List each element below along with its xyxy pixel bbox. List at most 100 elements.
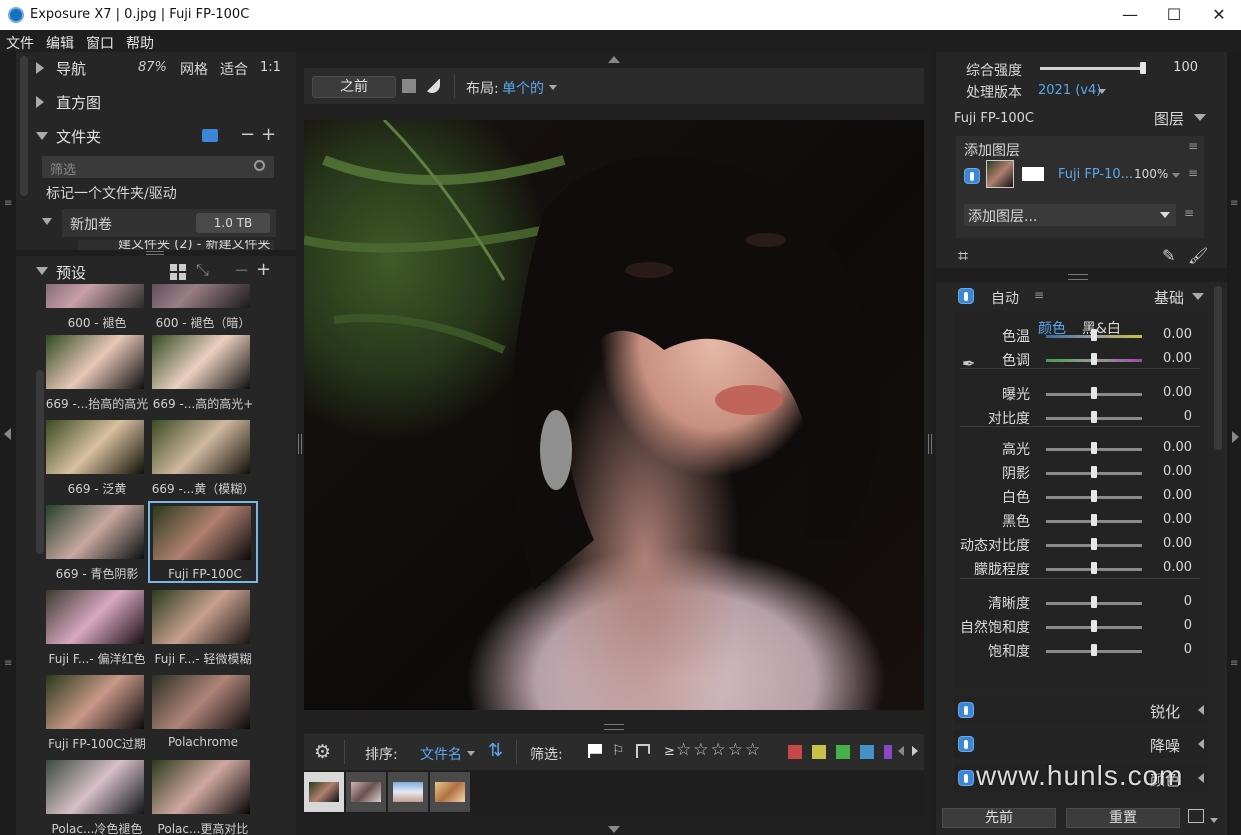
grip-icon[interactable]: ≡: [4, 658, 12, 669]
layer-thumbnail[interactable]: [986, 160, 1014, 188]
unflag-icon[interactable]: [636, 744, 650, 758]
auto-toggle[interactable]: [958, 288, 974, 304]
reset-button[interactable]: 重置: [1066, 808, 1180, 828]
minimize-button[interactable]: —: [1115, 4, 1145, 26]
preset-item[interactable]: 600 - 褪色: [42, 284, 152, 332]
collapse-left-icon[interactable]: [4, 428, 11, 440]
cut-folder-row[interactable]: 建文件夹 (2) - 新建文件夹: [78, 240, 274, 250]
close-button[interactable]: ✕: [1204, 4, 1234, 26]
slider-knob[interactable]: [1091, 329, 1097, 341]
previous-button[interactable]: 先前: [942, 808, 1056, 828]
rating-stars[interactable]: ☆☆☆☆☆: [676, 740, 762, 760]
preset-item[interactable]: 669 - 青色阴影: [42, 501, 152, 583]
overall-slider-knob[interactable]: [1140, 62, 1146, 74]
preset-item[interactable]: Fuji F...- 偏洋红色: [42, 586, 152, 668]
single-view-icon[interactable]: [402, 79, 416, 93]
preset-item[interactable]: 669 -...抬高的高光: [42, 331, 152, 413]
eraser-icon[interactable]: ✎: [1162, 246, 1175, 265]
splitter[interactable]: [1068, 274, 1088, 280]
layer-mask[interactable]: [1022, 167, 1044, 181]
chevron-down-icon[interactable]: [1098, 89, 1106, 94]
slider-knob[interactable]: [1091, 644, 1097, 656]
slider-knob[interactable]: [1091, 538, 1097, 550]
collapse-bottom-icon[interactable]: [608, 826, 620, 833]
collapse-icon[interactable]: [36, 132, 48, 140]
denoise-section[interactable]: 降噪: [954, 730, 1208, 758]
volume-row[interactable]: 新加卷 1.0 TB: [62, 209, 276, 237]
menu-window[interactable]: 窗口: [86, 33, 114, 53]
splitter[interactable]: [604, 724, 624, 730]
layer-name[interactable]: Fuji FP-10...: [1058, 167, 1133, 182]
reject-flag-icon[interactable]: ⚐: [612, 743, 625, 759]
color-label-green[interactable]: [836, 745, 850, 759]
layers-title[interactable]: 图层: [1154, 108, 1184, 129]
splitter-left[interactable]: [298, 434, 302, 454]
preset-item[interactable]: 669 -...高的高光+: [148, 331, 258, 413]
scrollbar[interactable]: [1214, 286, 1222, 450]
collapse-icon[interactable]: [1192, 293, 1204, 300]
slider-knob[interactable]: [1091, 514, 1097, 526]
expand-icon[interactable]: [1198, 705, 1204, 715]
preset-item[interactable]: 600 - 褪色（暗）: [148, 284, 258, 332]
plus-icon[interactable]: +: [261, 124, 276, 145]
chevron-down-icon[interactable]: [549, 85, 557, 90]
filmstrip-item[interactable]: [430, 772, 470, 812]
color-toggle[interactable]: [958, 770, 974, 786]
chevron-down-icon[interactable]: [1172, 173, 1180, 178]
expand-icon[interactable]: [36, 62, 44, 74]
expand-icon[interactable]: [1198, 739, 1204, 749]
overall-slider[interactable]: [1040, 67, 1144, 70]
scrollbar[interactable]: [20, 56, 28, 196]
menu-help[interactable]: 帮助: [126, 33, 154, 53]
preset-item[interactable]: Polachrome: [148, 671, 258, 753]
expand-icon[interactable]: [36, 96, 44, 108]
minus-icon[interactable]: −: [234, 260, 249, 281]
filmstrip-item[interactable]: [388, 772, 428, 812]
filmstrip-item[interactable]: [346, 772, 386, 812]
presets-title[interactable]: 预设: [56, 262, 86, 283]
brush-icon[interactable]: 🖌: [1188, 246, 1208, 265]
preset-item[interactable]: Fuji FP-100C: [148, 501, 258, 583]
splitter[interactable]: [16, 250, 296, 256]
color-label-blue[interactable]: [860, 745, 874, 759]
slider-knob[interactable]: [1091, 562, 1097, 574]
slider-knob[interactable]: [1091, 490, 1097, 502]
layer-opacity[interactable]: 100%: [1134, 167, 1168, 181]
minus-icon[interactable]: −: [240, 124, 255, 145]
auto-button[interactable]: 自动: [991, 288, 1019, 308]
color-label-purple[interactable]: [884, 745, 892, 759]
slider-knob[interactable]: [1091, 411, 1097, 423]
flag-icon[interactable]: [588, 744, 602, 758]
maximize-button[interactable]: ☐: [1159, 4, 1189, 26]
layer-visibility-toggle[interactable]: [964, 168, 980, 184]
folders-title[interactable]: 文件夹: [56, 126, 101, 147]
folder-filter-input[interactable]: 筛选: [42, 156, 274, 178]
chevron-down-icon[interactable]: [467, 751, 475, 756]
preset-item[interactable]: Polac...冷色褪色: [42, 756, 152, 835]
collapse-right-icon[interactable]: [1232, 431, 1239, 443]
collapse-icon[interactable]: [1194, 114, 1206, 121]
grip-icon[interactable]: ≡: [1230, 198, 1238, 209]
preset-item[interactable]: Fuji FP-100C过期: [42, 671, 152, 753]
preset-item[interactable]: Fuji F...- 轻微模糊: [148, 586, 258, 668]
mark-folder-link[interactable]: 标记一个文件夹/驱动: [46, 183, 177, 203]
main-photo[interactable]: [304, 120, 924, 710]
slider-knob[interactable]: [1091, 466, 1097, 478]
menu-icon[interactable]: ≡: [1188, 139, 1198, 153]
sort-direction-icon[interactable]: ⇅: [488, 740, 503, 761]
layout-dropdown[interactable]: 单个的: [502, 78, 544, 98]
color-label-yellow[interactable]: [812, 745, 826, 759]
before-button[interactable]: 之前: [312, 76, 396, 98]
sharpen-section[interactable]: 锐化: [954, 696, 1208, 724]
filmstrip-item[interactable]: [304, 772, 344, 812]
menu-icon[interactable]: ≡: [1184, 206, 1194, 220]
fit-button[interactable]: 适合: [220, 59, 248, 79]
scroll-left-icon[interactable]: [898, 746, 904, 756]
scroll-right-icon[interactable]: [912, 746, 918, 756]
slider-knob[interactable]: [1091, 620, 1097, 632]
basic-title[interactable]: 基础: [1154, 287, 1184, 308]
add-folder-icon[interactable]: [202, 129, 218, 142]
grip-icon[interactable]: ≡: [4, 198, 12, 209]
menu-icon[interactable]: ≡: [1034, 288, 1044, 302]
grip-icon[interactable]: ≡: [1230, 658, 1238, 669]
